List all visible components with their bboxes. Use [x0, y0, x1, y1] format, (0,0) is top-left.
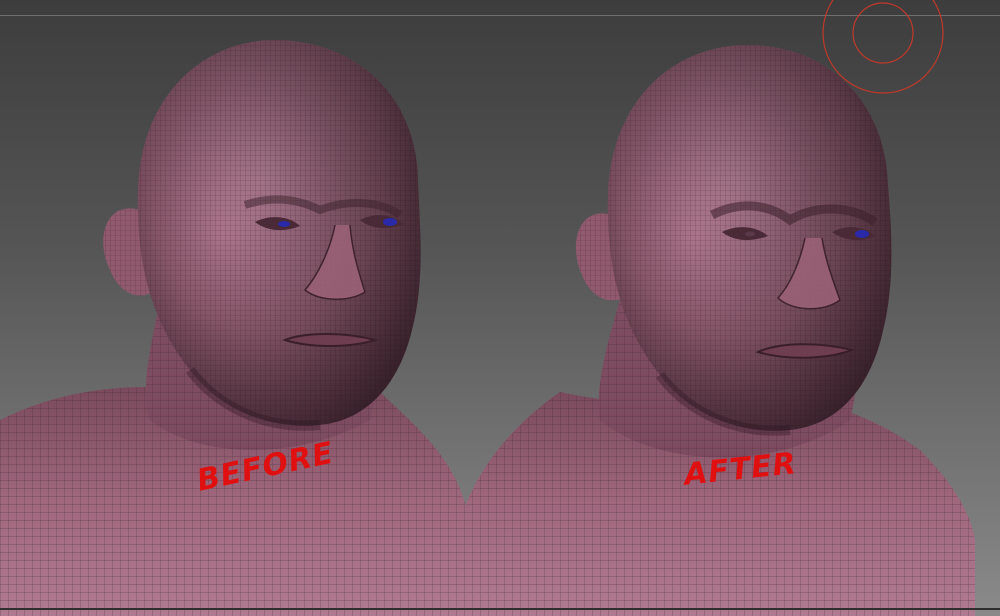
viewport-bottom-border: [0, 608, 1000, 610]
bust-model-after[interactable]: AFTER: [460, 45, 975, 616]
scene-canvas: BEFORE AFTER: [0, 0, 975, 616]
iris-right: [855, 230, 869, 238]
iris-left: [278, 221, 290, 227]
iris-right: [383, 218, 397, 226]
sculpt-viewport[interactable]: BEFORE AFTER: [0, 0, 1000, 616]
bust-model-before[interactable]: BEFORE: [0, 40, 470, 616]
iris-left: [745, 231, 755, 237]
